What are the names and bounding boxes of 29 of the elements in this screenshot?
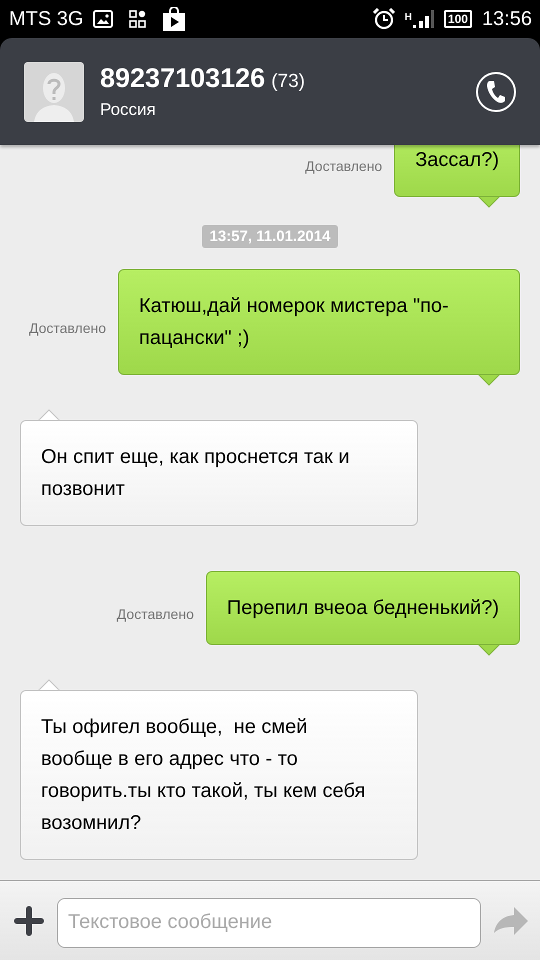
delivery-status: Доставлено (116, 606, 194, 622)
contact-number: 89237103126 (100, 63, 266, 93)
bubble-tail (478, 196, 500, 208)
date-label: 13:57, 11.01.2014 (202, 225, 338, 248)
network-type: H (404, 12, 412, 23)
message-count: (73) (271, 71, 305, 92)
grid-icon (129, 10, 148, 28)
alarm-icon (372, 8, 395, 30)
delivery-status: Доставлено (28, 320, 106, 336)
call-button[interactable] (476, 72, 516, 112)
shopping-bag-icon (163, 7, 186, 31)
delivery-status: Доставлено (305, 158, 382, 174)
message-input[interactable]: Текстовое сообщение (57, 898, 481, 948)
battery-level: 100 (444, 10, 472, 28)
sent-message: Перепил вчеоа бедненький?) (206, 571, 520, 645)
signal-icon (412, 8, 434, 30)
contact-region: Россия (100, 100, 157, 120)
bubble-tail (478, 374, 500, 386)
carrier-name: MTS 3G (9, 8, 84, 30)
received-message: Он спит еще, как проснется так и позвонит (20, 420, 418, 526)
add-icon[interactable] (14, 906, 44, 936)
image-icon (93, 10, 114, 28)
bubble-tail (478, 644, 500, 656)
phone-icon (486, 80, 506, 104)
clock: 13:56 (482, 8, 532, 30)
sent-message: Катюш,дай номерок мистера "по-пацански" ;) (118, 269, 520, 375)
avatar-icon (24, 62, 84, 122)
sent-message: Зассал?) (394, 145, 520, 197)
received-message: Ты офигел вообще, не смей вообще в его адрес что - то говорить.ты кто такой, ты кем себя возомнил? (20, 690, 418, 860)
